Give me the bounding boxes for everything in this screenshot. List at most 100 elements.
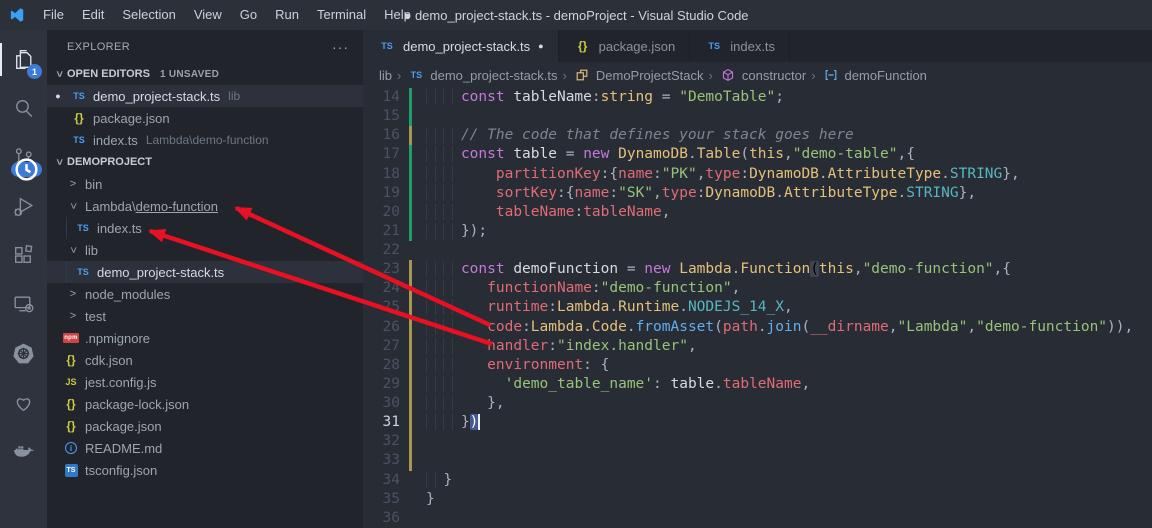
activity-search[interactable]	[0, 84, 47, 133]
menu-bar: File Edit Selection View Go Run Terminal Help	[34, 0, 420, 30]
search-icon	[16, 100, 33, 117]
menu-selection[interactable]: Selection	[113, 0, 184, 30]
activity-source-control[interactable]	[0, 133, 47, 182]
menu-run[interactable]: Run	[266, 0, 308, 30]
code-line-14[interactable]: 14 const tableName:string = "DemoTable";	[363, 88, 1152, 108]
code-text: });	[412, 222, 487, 241]
activity-remote-explorer[interactable]	[0, 280, 47, 329]
file-icon: {}	[573, 39, 593, 53]
tab-demo-project-stack-ts[interactable]: TS demo_project-stack.ts ●	[363, 30, 559, 62]
clock-icon	[15, 158, 38, 181]
breadcrumb-demo-project-stack-ts[interactable]: TS demo_project-stack.ts	[406, 67, 558, 83]
chevron-down-icon: >	[53, 158, 65, 166]
file-icon: npm	[61, 333, 81, 343]
breadcrumb-demoprojectstack[interactable]: DemoProjectStack	[572, 68, 704, 83]
breadcrumb-label: demo_project-stack.ts	[430, 67, 558, 83]
file-label: demo_project-stack.ts	[97, 264, 225, 280]
breadcrumb-label: constructor	[741, 67, 807, 83]
code-line-19[interactable]: 19 sortKey:{name:"SK",type:DynamoDB.Attr…	[363, 183, 1152, 203]
tree-item-bin[interactable]: > bin	[47, 173, 363, 195]
tree-item-npmignore[interactable]: npm .npmignore	[47, 327, 363, 349]
code-editor[interactable]: 14 const tableName:string = "DemoTable";…	[363, 88, 1152, 528]
activity-explorer[interactable]: 1	[0, 35, 47, 84]
code-line-26[interactable]: 26 code:Lambda.Code.fromAsset(path.join(…	[363, 317, 1152, 337]
tree-item-node-modules[interactable]: > node_modules	[47, 283, 363, 305]
code-line-28[interactable]: 28 environment: {	[363, 355, 1152, 375]
file-label: tsconfig.json	[85, 462, 158, 478]
file-tree: > bin > Lambda\ demo-function TS index.ts > lib T…	[47, 173, 363, 481]
code-line-33[interactable]: 33	[363, 451, 1152, 471]
open-editor-package-json[interactable]: {} package.json	[47, 107, 363, 129]
tree-item-lib[interactable]: > lib	[47, 239, 363, 261]
modified-dot: ●	[55, 91, 61, 101]
tree-item-readme-md[interactable]: i README.md	[47, 437, 363, 459]
code-line-16[interactable]: 16 // The code that defines your stack g…	[363, 126, 1152, 146]
code-line-30[interactable]: 30 },	[363, 394, 1152, 414]
chevron-down-icon: >	[67, 246, 79, 254]
activity-run-debug[interactable]	[0, 182, 47, 231]
menu-edit[interactable]: Edit	[73, 0, 113, 30]
line-number: 18	[382, 165, 400, 182]
tree-item-test[interactable]: > test	[47, 305, 363, 327]
activity-extensions[interactable]	[0, 231, 47, 280]
activity-docker[interactable]	[0, 427, 47, 476]
code-line-20[interactable]: 20 tableName:tableName,	[363, 202, 1152, 222]
tree-item-package-json[interactable]: {} package.json	[47, 415, 363, 437]
js-file-icon: JS	[65, 377, 77, 387]
file-label: package.json	[93, 110, 170, 126]
text-cursor	[478, 414, 481, 431]
code-line-36[interactable]: 36	[363, 509, 1152, 528]
activity-heart[interactable]	[0, 378, 47, 427]
tree-item-cdk-json[interactable]: {} cdk.json	[47, 349, 363, 371]
code-line-18[interactable]: 18 partitionKey:{name:"PK",type:DynamoDB…	[363, 164, 1152, 184]
file-label: package-lock.json	[85, 396, 190, 412]
menu-terminal[interactable]: Terminal	[308, 0, 375, 30]
tree-item-jest-config-js[interactable]: JS jest.config.js	[47, 371, 363, 393]
folder-label-extra: demo-function	[135, 198, 218, 214]
sidebar-header: EXPLORER ···	[47, 30, 363, 63]
code-line-32[interactable]: 32	[363, 432, 1152, 452]
code-line-34[interactable]: 34 }	[363, 471, 1152, 490]
tree-item-demo-project-stack-ts[interactable]: TS demo_project-stack.ts	[47, 261, 363, 283]
tree-item-tsconfig-json[interactable]: TS tsconfig.json	[47, 459, 363, 481]
workbench: 1 EXPLORER ··· > OPEN EDITORS 1 UNSAVED …	[0, 30, 1152, 528]
file-icon: TS	[69, 135, 89, 145]
menu-go[interactable]: Go	[231, 0, 266, 30]
folder-label: lib	[85, 242, 99, 258]
breadcrumb-lib[interactable]: lib	[379, 68, 392, 83]
code-line-31[interactable]: 31 })	[363, 413, 1152, 433]
tab-package-json[interactable]: {} package.json	[559, 30, 691, 62]
project-section-header[interactable]: > DEMOPROJECT	[47, 151, 363, 173]
variable-icon	[821, 68, 841, 82]
breadcrumb-separator-icon: ›	[708, 67, 713, 83]
code-line-23[interactable]: 23 const demoFunction = new Lambda.Funct…	[363, 260, 1152, 280]
more-actions-icon[interactable]: ···	[332, 39, 349, 55]
code-line-35[interactable]: 35}	[363, 490, 1152, 509]
code-line-21[interactable]: 21 });	[363, 221, 1152, 241]
code-line-29[interactable]: 29 'demo_table_name': table.tableName,	[363, 374, 1152, 394]
class-icon	[576, 69, 588, 81]
tree-item-package-lock-json[interactable]: {} package-lock.json	[47, 393, 363, 415]
code-line-24[interactable]: 24 functionName:"demo-function",	[363, 279, 1152, 299]
activity-kubernetes[interactable]	[0, 329, 47, 378]
code-line-25[interactable]: 25 runtime:Lambda.Runtime.NODEJS_14_X,	[363, 298, 1152, 318]
code-line-22[interactable]: 22	[363, 241, 1152, 260]
explorer-sidebar: EXPLORER ··· > OPEN EDITORS 1 UNSAVED ● T…	[47, 30, 363, 528]
tab-index-ts[interactable]: TS index.ts	[690, 30, 791, 62]
file-label: index.ts	[93, 132, 138, 148]
open-editor-index-ts[interactable]: TS index.ts Lambda\demo-function	[47, 129, 363, 151]
menu-view[interactable]: View	[185, 0, 231, 30]
open-editors-header[interactable]: > OPEN EDITORS 1 UNSAVED	[47, 63, 363, 85]
breadcrumb-constructor[interactable]: constructor	[718, 68, 806, 83]
menu-file[interactable]: File	[34, 0, 73, 30]
open-editor-demo-project-stack-ts[interactable]: ● TS demo_project-stack.ts lib	[47, 85, 363, 107]
tree-item-lambda-demo-function[interactable]: > Lambda\ demo-function	[47, 195, 363, 217]
breadcrumb-demofunction[interactable]: demoFunction	[821, 68, 927, 83]
tree-item-index-ts[interactable]: TS index.ts	[47, 217, 363, 239]
code-line-15[interactable]: 15	[363, 107, 1152, 127]
code-text: const tableName:string = "DemoTable";	[412, 88, 784, 107]
code-line-17[interactable]: 17 const table = new DynamoDB.Table(this…	[363, 145, 1152, 165]
code-line-27[interactable]: 27 handler:"index.handler",	[363, 336, 1152, 356]
class-icon	[572, 68, 592, 82]
